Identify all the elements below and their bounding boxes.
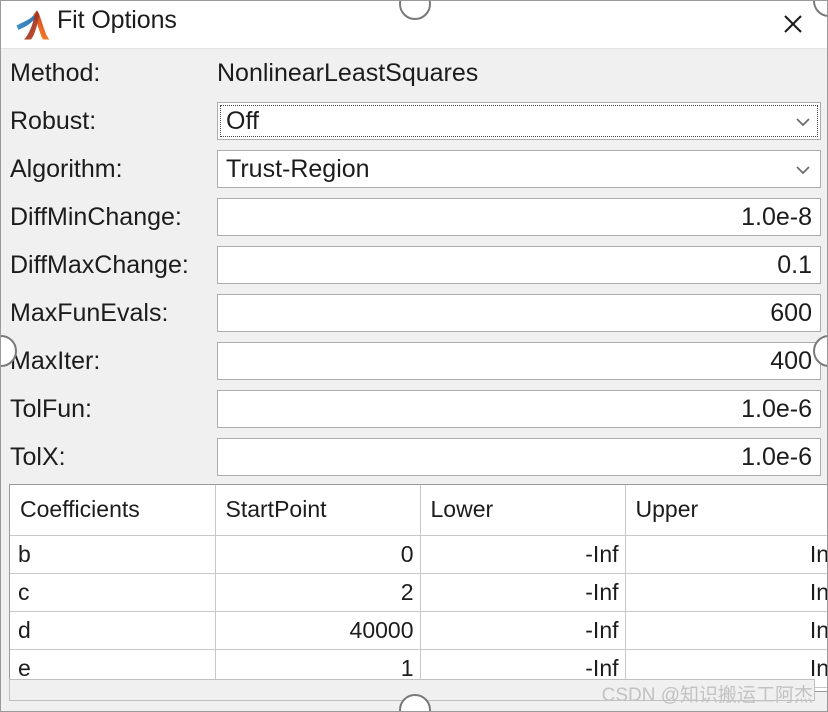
text-field[interactable]: 600 <box>217 294 821 332</box>
window-title: Fit Options <box>57 6 177 34</box>
chevron-down-icon <box>796 166 810 175</box>
text-field[interactable]: 400 <box>217 342 821 380</box>
cell-coefficient[interactable]: b <box>10 535 216 574</box>
field-value: 600 <box>770 299 812 327</box>
table-row[interactable]: d40000-InfInf <box>10 611 827 650</box>
field-label: MaxFunEvals: <box>10 299 169 327</box>
form-row: DiffMaxChange: 0.1 <box>1 241 827 289</box>
field-label: MaxIter: <box>10 347 101 375</box>
form-row: MaxFunEvals: 600 <box>1 289 827 337</box>
cell-coefficient[interactable]: d <box>10 611 216 650</box>
field-label: TolX: <box>10 443 66 471</box>
cell-lower[interactable]: -Inf <box>420 535 626 574</box>
cell-lower[interactable]: -Inf <box>420 611 626 650</box>
form-row: Algorithm: Trust-Region <box>1 145 827 193</box>
cell-upper[interactable]: Inf <box>625 611 827 650</box>
field-label: Robust: <box>10 107 97 135</box>
form-row: DiffMinChange: 1.0e-8 <box>1 193 827 241</box>
cell-coefficient[interactable]: c <box>10 573 216 612</box>
dropdown-field[interactable]: Trust-Region <box>217 150 821 188</box>
cell-upper[interactable]: Inf <box>625 535 827 574</box>
field-label: TolFun: <box>10 395 92 423</box>
field-value: 400 <box>770 347 812 375</box>
cell-startpoint[interactable]: 2 <box>215 573 421 612</box>
text-field[interactable]: 1.0e-6 <box>217 438 821 476</box>
field-label: DiffMinChange: <box>10 203 182 231</box>
chevron-down-icon <box>796 118 810 127</box>
method-value: NonlinearLeastSquares <box>217 59 479 87</box>
coefficients-table: Coefficients StartPoint Lower Upper b 0 -I… <box>10 485 827 688</box>
coefficients-table-container[interactable]: Coefficients StartPoint Lower Upper b 0 -I… <box>9 484 827 692</box>
field-value: Trust-Region <box>226 155 370 183</box>
table-header-row: Coefficients StartPoint Lower Upper <box>10 485 827 536</box>
form-row: Robust: Off <box>1 97 827 145</box>
field-value: 1.0e-6 <box>741 443 812 471</box>
close-button[interactable] <box>765 1 821 47</box>
matlab-membrane-logo-icon <box>15 9 51 41</box>
fit-options-dialog: Fit Options Method: NonlinearLeastSquares… <box>0 0 828 712</box>
field-label: Algorithm: <box>10 155 123 183</box>
form-row: TolFun: 1.0e-6 <box>1 385 827 433</box>
dropdown-field[interactable]: Off <box>217 102 821 140</box>
text-field[interactable]: 1.0e-8 <box>217 198 821 236</box>
field-value: Off <box>226 107 259 135</box>
column-header-upper: Upper <box>625 485 827 536</box>
close-icon <box>784 15 802 33</box>
table-row[interactable]: c2-InfInf <box>10 573 827 612</box>
form-row: TolX: 1.0e-6 <box>1 433 827 481</box>
table-row[interactable]: b0-InfInf <box>10 535 827 574</box>
column-header-coefficients: Coefficients <box>10 485 216 536</box>
field-value: 1.0e-8 <box>741 203 812 231</box>
field-value: 0.1 <box>777 251 812 279</box>
cell-upper[interactable]: Inf <box>625 573 827 612</box>
cell-startpoint[interactable]: 0 <box>215 535 421 574</box>
cell-lower[interactable]: -Inf <box>420 573 626 612</box>
column-header-lower: Lower <box>420 485 626 536</box>
cell-startpoint[interactable]: 40000 <box>215 611 421 650</box>
field-value: 1.0e-6 <box>741 395 812 423</box>
column-header-startpoint: StartPoint <box>215 485 421 536</box>
fit-options-form: Method: NonlinearLeastSquares Robust: Off Al… <box>1 49 827 481</box>
field-label: DiffMaxChange: <box>10 251 189 279</box>
form-row: MaxIter: 400 <box>1 337 827 385</box>
text-field[interactable]: 1.0e-6 <box>217 390 821 428</box>
text-field[interactable]: 0.1 <box>217 246 821 284</box>
field-label: Method: <box>10 59 101 87</box>
form-row: Method: NonlinearLeastSquares <box>1 49 827 97</box>
